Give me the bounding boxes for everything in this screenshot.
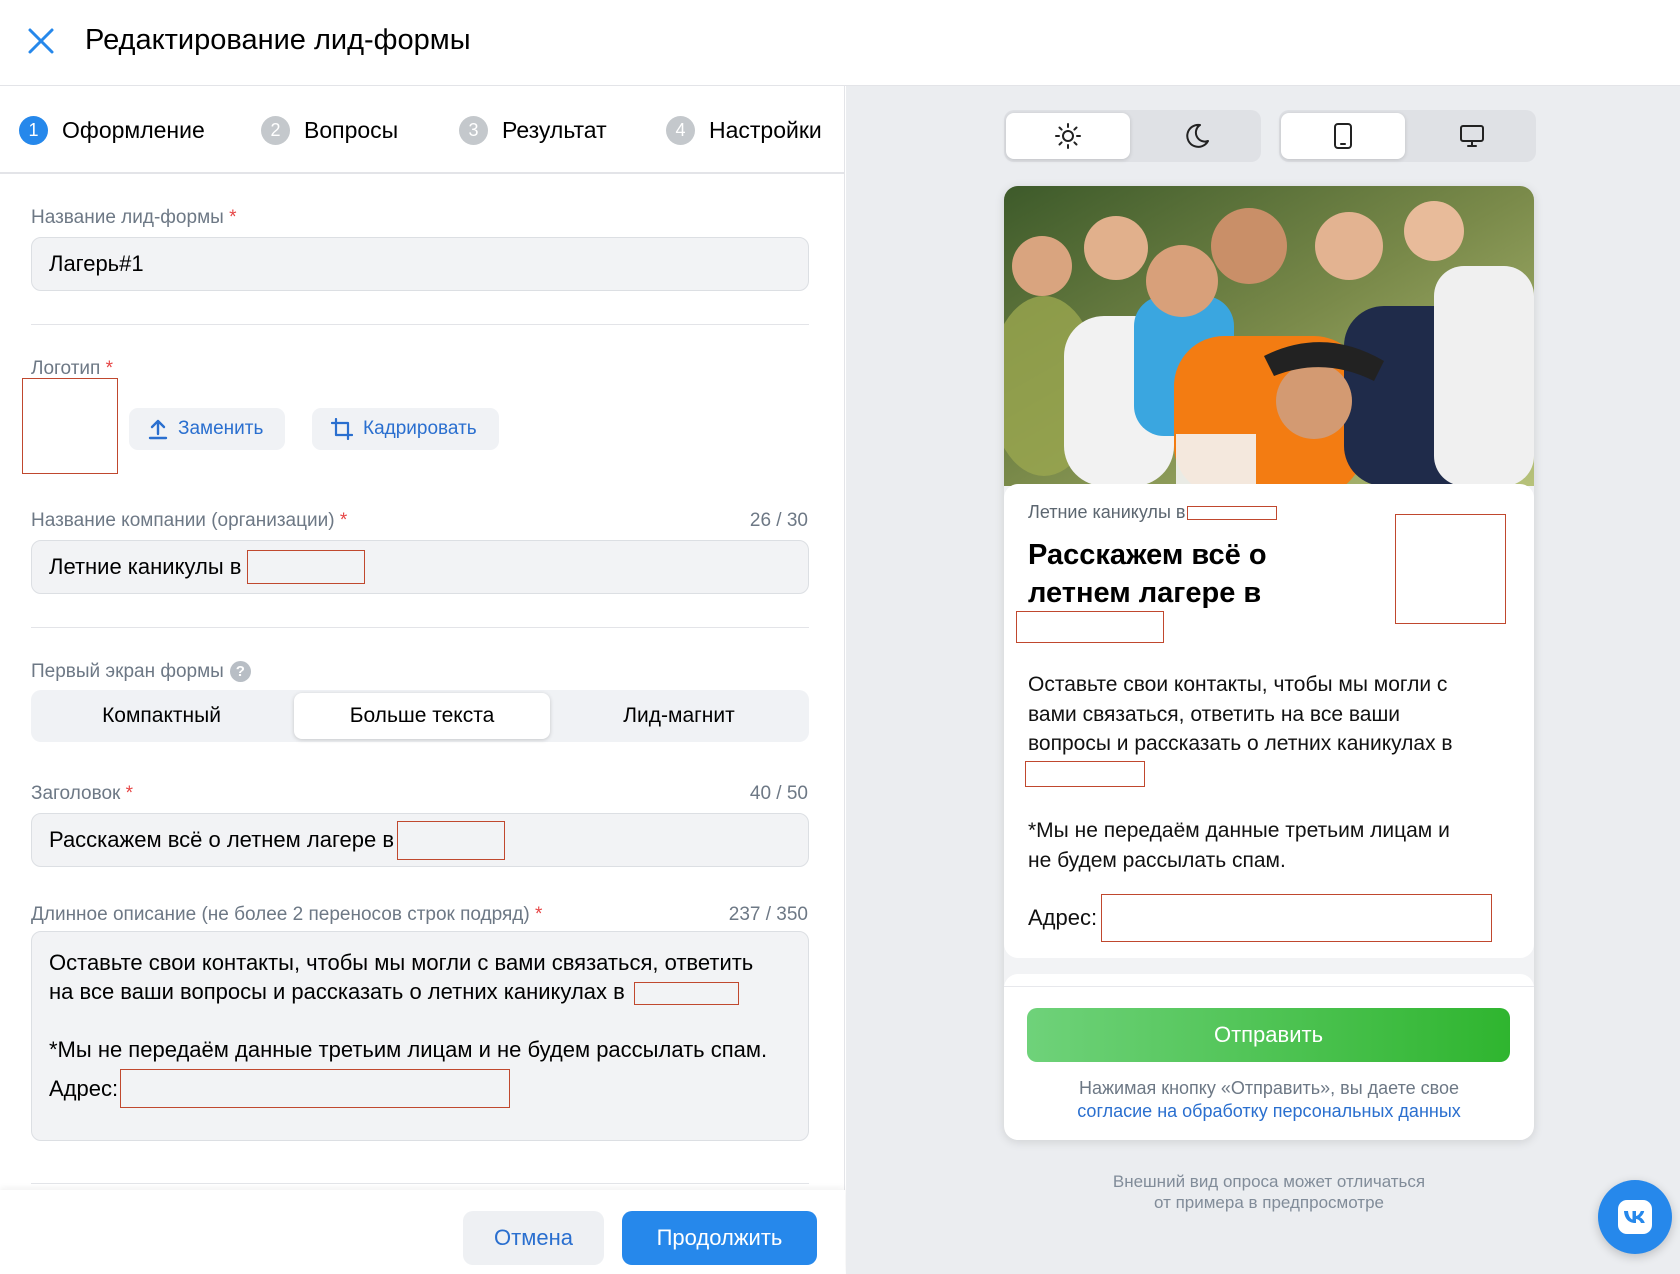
step-settings[interactable]: 4 Настройки bbox=[666, 116, 822, 145]
step-result[interactable]: 3 Результат bbox=[459, 116, 607, 145]
description-label: Длинное описание (не более 2 переносов с… bbox=[31, 904, 543, 925]
form-name-input[interactable]: Лагерь#1 bbox=[31, 237, 809, 291]
moon-icon bbox=[1186, 123, 1209, 148]
required-mark: * bbox=[535, 904, 543, 925]
steps-nav: 1 Оформление 2 Вопросы 3 Результат 4 Нас… bbox=[0, 86, 845, 174]
heading-label: Заголовок * bbox=[31, 783, 134, 804]
company-value: Летние каникулы в bbox=[49, 554, 242, 579]
upload-icon bbox=[148, 419, 168, 440]
redacted-box bbox=[633, 981, 739, 1005]
company-input[interactable]: Летние каникулы в bbox=[31, 540, 809, 594]
option-lead-magnet[interactable]: Лид-магнит bbox=[552, 693, 806, 739]
continue-button[interactable]: Продолжить bbox=[622, 1211, 817, 1265]
redacted-box bbox=[1187, 506, 1278, 521]
footer-bar: Отмена Продолжить bbox=[0, 1190, 845, 1274]
step-number: 1 bbox=[19, 116, 48, 145]
first-screen-selector: Компактный Больше текста Лид-магнит bbox=[31, 690, 809, 742]
monitor-icon bbox=[1460, 125, 1484, 147]
step-number: 2 bbox=[261, 116, 290, 145]
crop-icon bbox=[331, 418, 353, 440]
device-toggle bbox=[1279, 110, 1536, 162]
step-number: 4 bbox=[666, 116, 695, 145]
heading-input[interactable]: Расскажем всё о летнем лагере в bbox=[31, 813, 809, 867]
send-button[interactable]: Отправить bbox=[1027, 1008, 1510, 1062]
preview-note: *Мы не передаём данные третьим лицам и н… bbox=[1028, 819, 1450, 872]
crop-logo-button[interactable]: Кадрировать bbox=[312, 408, 499, 450]
close-icon bbox=[28, 28, 54, 54]
step-label: Оформление bbox=[62, 117, 205, 143]
required-mark: * bbox=[229, 207, 237, 228]
divider bbox=[31, 1183, 809, 1184]
step-number: 3 bbox=[459, 116, 488, 145]
redacted-box bbox=[1025, 760, 1145, 787]
preview-disclaimer: Внешний вид опроса может отличаться bbox=[1112, 1172, 1426, 1191]
logo-preview[interactable] bbox=[22, 378, 118, 474]
redacted-box bbox=[120, 1069, 511, 1108]
required-mark: * bbox=[125, 783, 134, 804]
desktop-view-button[interactable] bbox=[1410, 113, 1534, 159]
heading-value: Расскажем всё о летнем лагере в bbox=[49, 827, 395, 852]
preview-disclaimer: от примера в предпросмотре bbox=[1153, 1193, 1384, 1212]
redacted-box bbox=[397, 820, 506, 860]
close-button[interactable] bbox=[22, 22, 60, 60]
empty-line bbox=[49, 1006, 791, 1035]
preview-logo bbox=[1395, 514, 1506, 624]
light-theme-button[interactable] bbox=[1006, 113, 1130, 159]
step-label: Настройки bbox=[709, 117, 822, 143]
vk-logo-icon bbox=[1618, 1200, 1652, 1234]
preview-submit-card: Отправить Нажимая кнопку «Отправить», вы… bbox=[1004, 974, 1534, 1140]
editor-panel: 1 Оформление 2 Вопросы 3 Результат 4 Нас… bbox=[0, 86, 845, 1274]
redacted-box bbox=[1016, 611, 1164, 643]
phone-icon bbox=[1334, 123, 1352, 149]
redacted-box bbox=[1101, 894, 1493, 942]
preview-panel: Летние каникулы в Расскажем всё о летнем… bbox=[846, 86, 1680, 1274]
dark-theme-button[interactable] bbox=[1135, 113, 1259, 159]
first-screen-label: Первый экран формы? bbox=[31, 661, 251, 683]
cover-photo bbox=[1004, 186, 1534, 486]
description-line: на все ваши вопросы и рассказать о летни… bbox=[49, 977, 791, 1006]
divider bbox=[1004, 986, 1534, 987]
theme-toggle bbox=[1004, 110, 1261, 162]
description-textarea[interactable]: Оставьте свои контакты, чтобы мы могли с… bbox=[31, 931, 809, 1141]
vk-button[interactable] bbox=[1598, 1180, 1672, 1254]
header: Редактирование лид-формы bbox=[0, 0, 1680, 86]
description-line: *Мы не передаём данные третьим лицам и н… bbox=[49, 1037, 768, 1062]
form-name-label: Название лид-формы * bbox=[31, 207, 237, 228]
description-line: Оставьте свои контакты, чтобы мы могли с… bbox=[49, 950, 754, 975]
preview-title: Расскажем всё о летнем лагере в bbox=[1028, 539, 1267, 609]
consent-link[interactable]: согласие на обработку персональных данны… bbox=[1077, 1101, 1461, 1121]
cancel-button[interactable]: Отмена bbox=[463, 1211, 604, 1265]
required-mark: * bbox=[105, 358, 113, 379]
step-label: Результат bbox=[502, 117, 607, 143]
company-counter: 26 / 30 bbox=[749, 510, 808, 531]
consent-text: Нажимая кнопку «Отправить», вы даете сво… bbox=[1078, 1078, 1460, 1098]
redacted-box bbox=[247, 550, 366, 584]
replace-logo-button[interactable]: Заменить bbox=[129, 408, 286, 450]
description-line: Адрес: bbox=[49, 1069, 791, 1108]
help-icon[interactable]: ? bbox=[229, 661, 251, 683]
form-name-value: Лагерь#1 bbox=[49, 251, 144, 276]
divider bbox=[31, 627, 809, 628]
option-more-text[interactable]: Больше текста bbox=[294, 693, 550, 739]
option-compact[interactable]: Компактный bbox=[34, 693, 289, 739]
preview-address: Адрес: bbox=[1028, 894, 1493, 942]
required-mark: * bbox=[339, 510, 348, 531]
preview-company: Летние каникулы в bbox=[1028, 502, 1278, 523]
step-label: Вопросы bbox=[304, 117, 399, 143]
company-label: Название компании (организации) * bbox=[31, 510, 348, 531]
step-questions[interactable]: 2 Вопросы bbox=[261, 116, 398, 145]
divider bbox=[31, 324, 809, 325]
consent-link-row: согласие на обработку персональных данны… bbox=[1004, 1101, 1534, 1122]
step-design[interactable]: 1 Оформление bbox=[19, 116, 205, 145]
preview-description: Оставьте свои контакты, чтобы мы могли с… bbox=[1025, 670, 1508, 788]
preview-card: Летние каникулы в Расскажем всё о летнем… bbox=[1004, 484, 1534, 958]
description-counter: 237 / 350 bbox=[728, 904, 808, 925]
page-title: Редактирование лид-формы bbox=[85, 24, 471, 56]
sun-icon bbox=[1055, 123, 1081, 149]
mobile-preview: Летние каникулы в Расскажем всё о летнем… bbox=[1004, 186, 1534, 1140]
mobile-view-button[interactable] bbox=[1281, 113, 1405, 159]
heading-counter: 40 / 50 bbox=[749, 783, 808, 804]
logo-label: Логотип * bbox=[31, 358, 113, 379]
